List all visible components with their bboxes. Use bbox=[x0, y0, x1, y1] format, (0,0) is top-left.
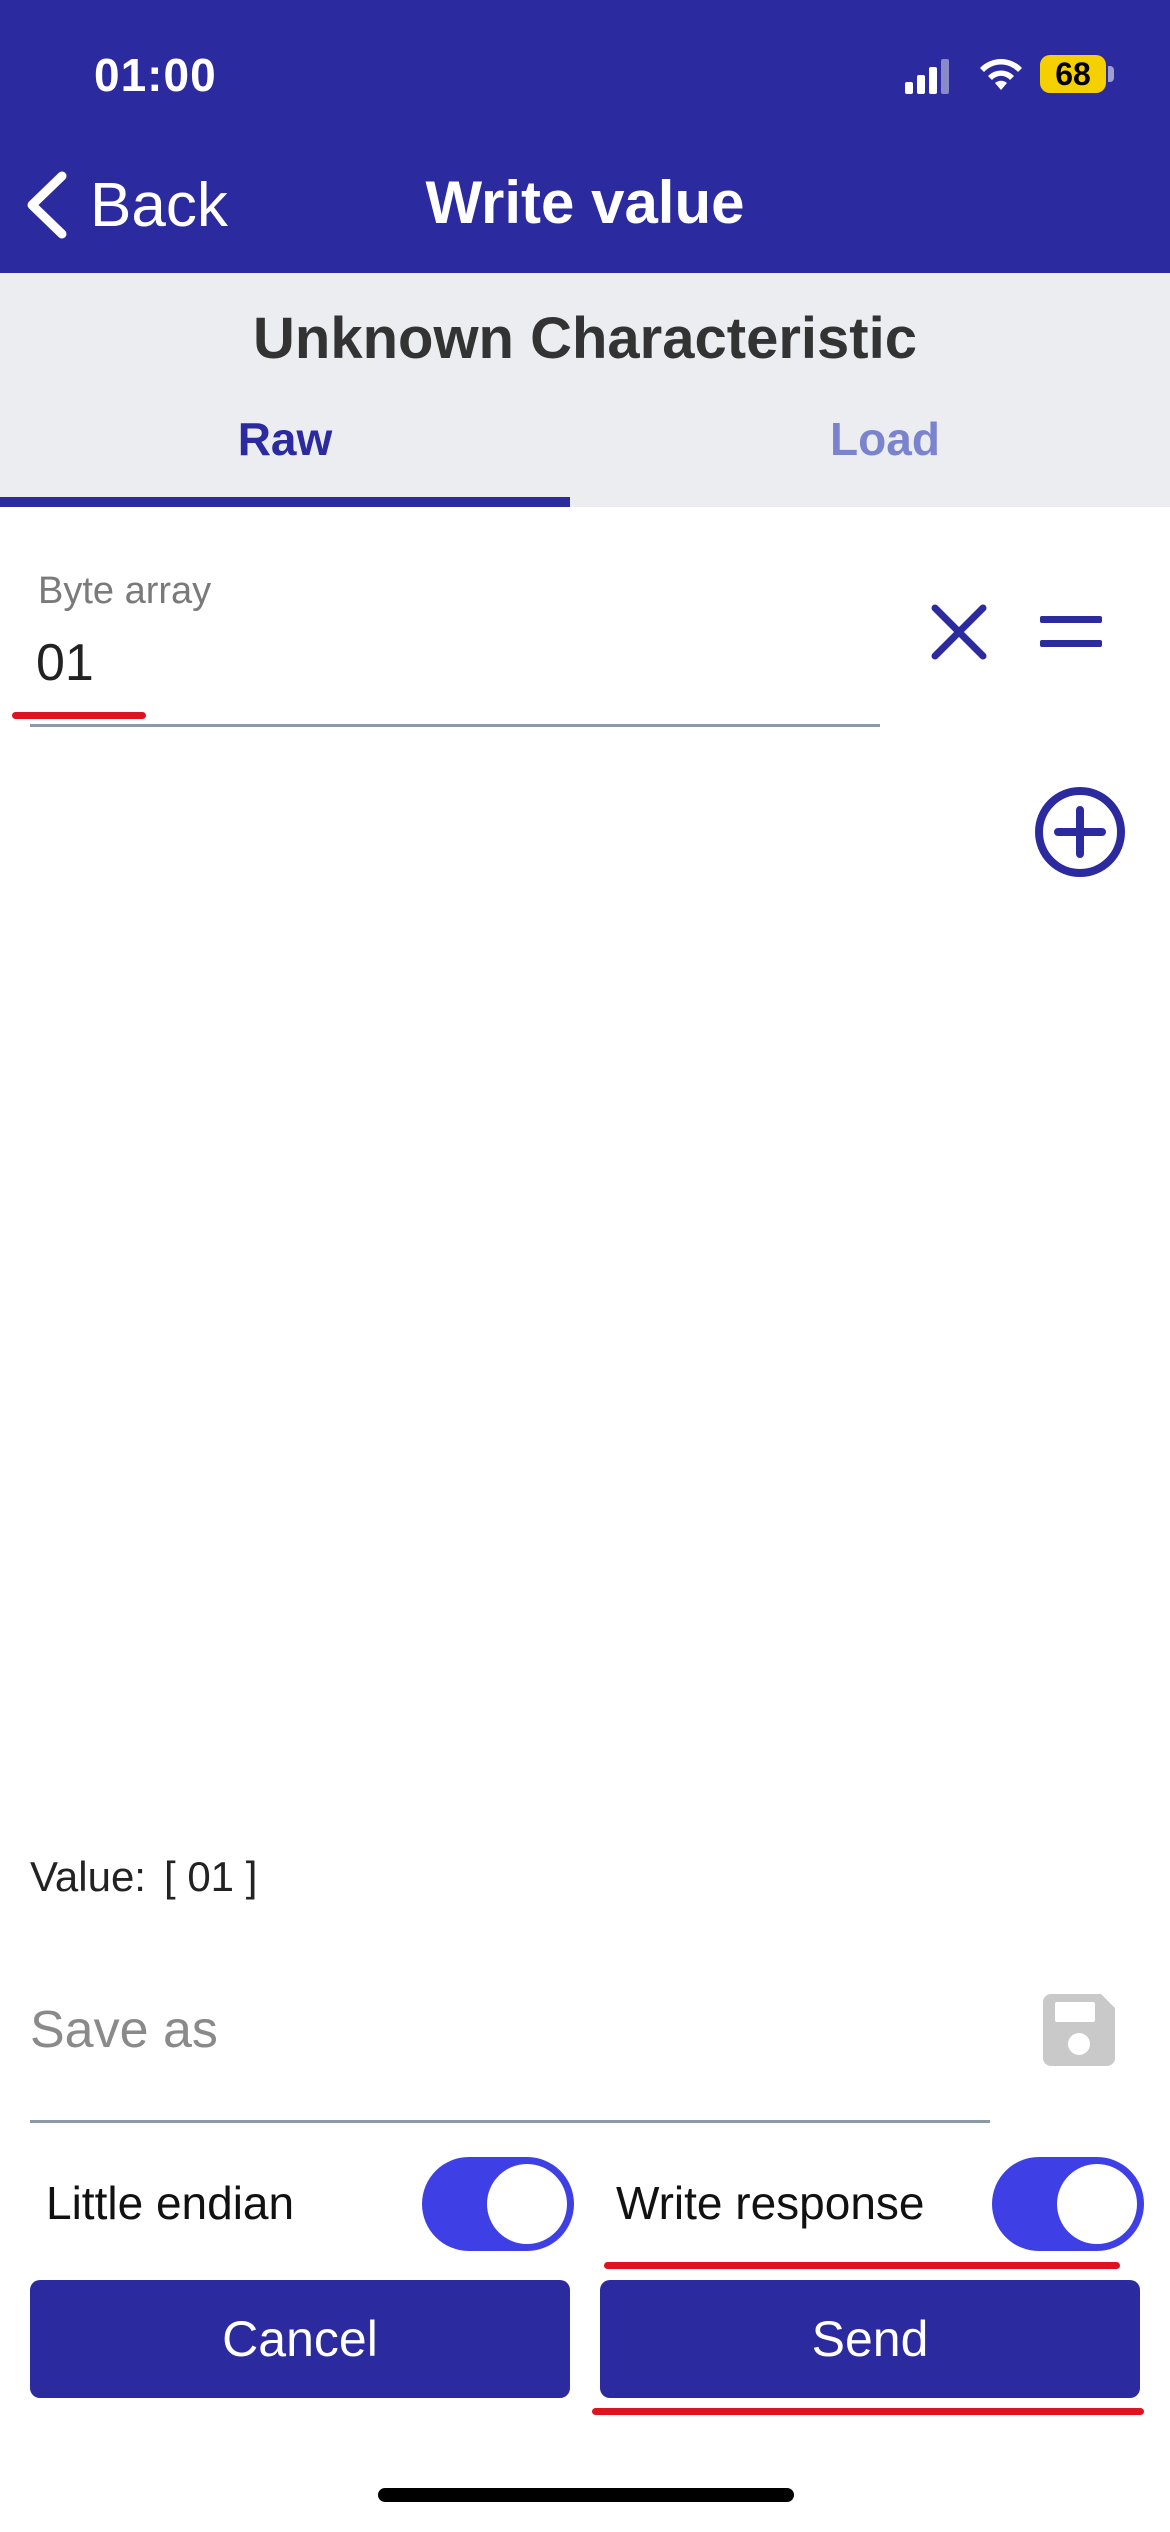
toggle-knob bbox=[1057, 2164, 1137, 2244]
signal-icon bbox=[905, 59, 949, 94]
tab-active-indicator bbox=[0, 497, 570, 507]
byte-array-input[interactable] bbox=[36, 628, 856, 698]
send-button[interactable]: Send bbox=[600, 2280, 1140, 2398]
toggle-knob bbox=[487, 2164, 567, 2244]
battery-cap bbox=[1108, 66, 1114, 82]
home-indicator bbox=[378, 2488, 794, 2502]
byte-array-underline bbox=[30, 724, 880, 727]
tab-raw[interactable]: Raw bbox=[0, 412, 570, 482]
annotation-underline-byte bbox=[12, 712, 146, 719]
cancel-button[interactable]: Cancel bbox=[30, 2280, 570, 2398]
equals-icon[interactable] bbox=[1038, 612, 1104, 652]
write-response-toggle[interactable] bbox=[992, 2157, 1144, 2251]
write-response-label: Write response bbox=[616, 2177, 925, 2229]
clear-icon[interactable] bbox=[927, 600, 991, 664]
value-label: Value: bbox=[30, 1853, 146, 1900]
status-time: 01:00 bbox=[94, 49, 217, 101]
wifi-icon bbox=[980, 59, 1022, 90]
save-as-input[interactable] bbox=[30, 1990, 970, 2070]
byte-array-label: Byte array bbox=[38, 570, 212, 612]
value-display: Value: [ 01 ] bbox=[30, 1853, 275, 1901]
page-title: Write value bbox=[425, 169, 745, 236]
battery-icon: 68 bbox=[1040, 55, 1106, 93]
annotation-underline-send bbox=[592, 2408, 1144, 2415]
add-circle-icon[interactable] bbox=[1033, 785, 1127, 879]
little-endian-toggle[interactable] bbox=[422, 2157, 574, 2251]
save-as-underline bbox=[30, 2120, 990, 2123]
characteristic-name: Unknown Characteristic bbox=[253, 306, 917, 371]
tab-load[interactable]: Load bbox=[600, 412, 1170, 482]
save-icon[interactable] bbox=[1037, 1988, 1121, 2072]
value-text: [ 01 ] bbox=[163, 1853, 258, 1900]
annotation-underline-write-response bbox=[604, 2262, 1120, 2269]
little-endian-label: Little endian bbox=[46, 2177, 295, 2229]
